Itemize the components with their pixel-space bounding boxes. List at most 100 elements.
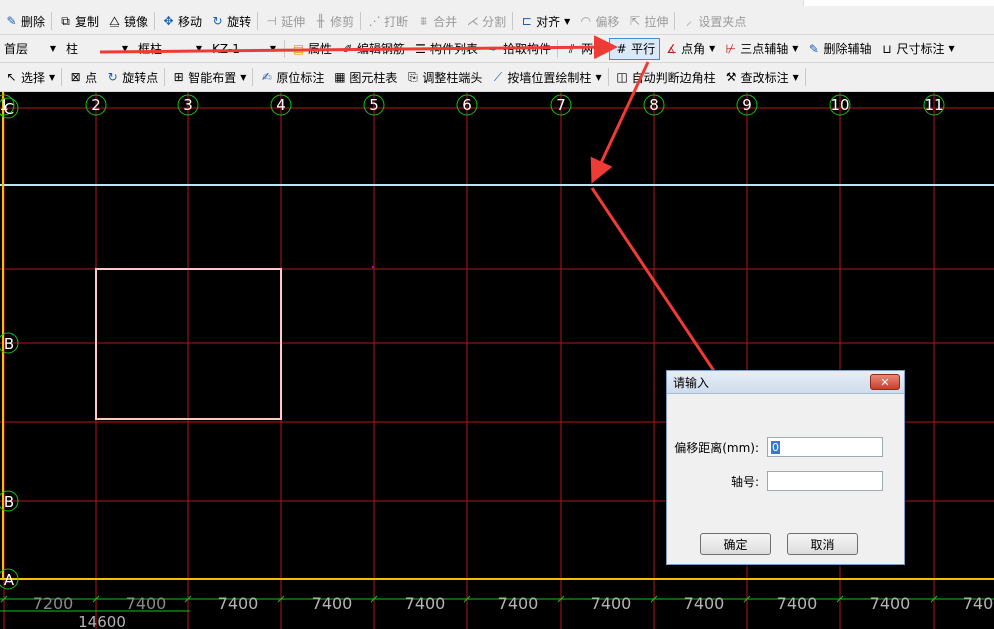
dimension-total-label: 14600 <box>78 613 126 629</box>
split-button[interactable]: ⋌ 分割 <box>461 10 510 32</box>
modify-mark-button[interactable]: ⚒ 查改标注 ▼ <box>720 66 803 88</box>
offset-button[interactable]: ◠ 偏移 <box>574 10 623 32</box>
rotate-point-button[interactable]: ↻ 旋转点 <box>101 66 162 88</box>
axis-bubble-top: 9 <box>736 94 758 116</box>
chevron-down-icon: ▼ <box>564 16 571 26</box>
dimension-label: 7400 <box>126 594 167 613</box>
close-icon: ✕ <box>880 376 890 389</box>
pick-component-button[interactable]: ✒ 拾取构件 <box>482 38 555 60</box>
separator <box>154 12 156 30</box>
floor-select[interactable]: 首层 ▼ <box>0 38 60 60</box>
window-top-strip <box>0 0 994 8</box>
separator <box>164 68 166 86</box>
align-button[interactable]: ⊏ 对齐 ▼ <box>515 10 574 32</box>
dimension-label: 7400 <box>405 594 446 613</box>
axis-label-left: B <box>4 493 14 511</box>
trim-button[interactable]: ╫ 修剪 <box>309 10 358 32</box>
separator <box>360 12 362 30</box>
dialog-close-button[interactable]: ✕ <box>870 374 900 390</box>
dialog-titlebar: 请输入 <box>667 371 904 394</box>
select-button[interactable]: ↖ 选择 ▼ <box>0 66 59 88</box>
dimension-label: 740 <box>963 594 994 613</box>
separator <box>61 68 63 86</box>
edit-toolbar: ✎ 删除 ⧉ 复制 ⧋ 镜像 ✥ 移动 ↻ 旋转 ⊣ 延伸 ╫ 修剪 ⋰ 打断 ⩩ 合并 ⋌ 分割 … <box>0 8 994 35</box>
two-point-button[interactable]: ⫽ 两点 <box>560 38 609 60</box>
type-select[interactable]: 框柱 ▼ <box>134 38 206 60</box>
cursor-point <box>372 266 374 268</box>
parallel-icon: # <box>616 41 627 56</box>
column-table-button[interactable]: ▦ 图元柱表 <box>328 66 401 88</box>
dimension-label: 7400 <box>498 594 539 613</box>
chevron-down-icon: ▼ <box>121 44 128 53</box>
axis-label: 轴号: <box>730 474 759 489</box>
separator <box>257 12 259 30</box>
input-dialog: 请输入 ✕ 偏移距离(mm): 0 轴号: 确定 取消 <box>666 370 905 565</box>
axis-bubble-top: 7 <box>550 94 572 116</box>
dimension-label: 7400 <box>777 594 818 613</box>
merge-icon: ⩩ <box>420 14 427 28</box>
merge-button[interactable]: ⩩ 合并 <box>412 10 461 32</box>
mirror-icon: ⧋ <box>109 14 120 28</box>
break-button[interactable]: ⋰ 打断 <box>363 10 412 32</box>
axis-bubble-top: 10 <box>829 94 851 116</box>
smart-layout-button[interactable]: ⊞ 智能布置 ▼ <box>167 66 250 88</box>
dimension-icon: ⊔ <box>882 41 892 56</box>
axis-label-left: B <box>4 335 14 353</box>
chevron-down-icon: ▼ <box>240 72 247 82</box>
properties-icon: ▤ <box>292 41 305 56</box>
extend-button[interactable]: ⊣ 延伸 <box>260 10 309 32</box>
adjust-column-end-button[interactable]: ⎘ 调整柱端头 <box>401 66 486 88</box>
axis-label-top: 4 <box>276 96 286 114</box>
edit-rebar-button[interactable]: ✐ 编辑钢筋 <box>336 38 409 60</box>
edit-rebar-icon: ✐ <box>342 41 353 56</box>
modify-mark-icon: ⚒ <box>725 70 737 84</box>
axis-bubble-top: 11 <box>923 94 945 116</box>
adjust-column-icon: ⎘ <box>408 70 418 84</box>
origin-mark-button[interactable]: ✍ 原位标注 <box>255 66 328 88</box>
component-list-button[interactable]: ☰ 构件列表 <box>409 38 482 60</box>
delete-axis-button[interactable]: ✎ 删除辅轴 <box>802 38 875 60</box>
axis-row: 轴号: <box>667 471 883 491</box>
auto-corner-column-button[interactable]: ◫ 自动判断边角柱 <box>611 66 720 88</box>
cancel-button[interactable]: 取消 <box>787 533 858 555</box>
separator <box>51 12 53 30</box>
category-select[interactable]: 柱 ▼ <box>62 38 132 60</box>
ok-button[interactable]: 确定 <box>700 533 771 555</box>
separator <box>284 39 285 58</box>
dialog-title: 请输入 <box>673 375 710 390</box>
move-button[interactable]: ✥ 移动 <box>157 10 206 32</box>
origin-mark-icon: ✍ <box>261 70 272 84</box>
break-icon: ⋰ <box>368 14 381 28</box>
properties-button[interactable]: ▤ 属性 <box>287 38 336 60</box>
window-caption-fragment <box>803 0 994 6</box>
three-point-axis-button[interactable]: ⊬ 三点辅轴 ▼ <box>719 38 802 60</box>
point-button[interactable]: ⊠ 点 <box>64 66 101 88</box>
chevron-down-icon: ▼ <box>595 72 602 82</box>
wall-draw-icon: ⟋ <box>493 70 503 84</box>
offset-icon: ◠ <box>580 14 592 28</box>
axis-label-top: 5 <box>369 96 379 114</box>
parallel-button[interactable]: # 平行 <box>609 37 661 60</box>
delete-button[interactable]: ✎ 删除 <box>0 10 49 32</box>
axis-input[interactable] <box>767 471 883 491</box>
stretch-button[interactable]: ⇱ 拉伸 <box>623 10 672 32</box>
axis-bubble-top: 5 <box>363 94 385 116</box>
draw-by-wall-button[interactable]: ⟋ 按墙位置绘制柱 ▼ <box>486 66 605 88</box>
dimension-label: 7400 <box>312 594 353 613</box>
dimension-label: 7400 <box>218 594 259 613</box>
component-select[interactable]: KZ-1 ▼ <box>208 38 280 60</box>
copy-button[interactable]: ⧉ 复制 <box>54 10 103 32</box>
split-icon: ⋌ <box>466 14 479 28</box>
dimension-button[interactable]: ⊔ 尺寸标注 ▼ <box>875 38 958 60</box>
axis-bubble-top: 3 <box>177 94 199 116</box>
grip-point-button[interactable]: ⸝ 设置夹点 <box>677 10 750 32</box>
point-angle-icon: ∡ <box>666 41 677 56</box>
offset-input[interactable]: 0 <box>767 437 883 457</box>
mirror-button[interactable]: ⧋ 镜像 <box>103 10 152 32</box>
point-angle-button[interactable]: ∡ 点角 ▼ <box>660 38 719 60</box>
auto-corner-icon: ◫ <box>616 70 628 84</box>
axis-label-top: 7 <box>556 96 566 114</box>
rotate-button[interactable]: ↻ 旋转 <box>206 10 255 32</box>
offset-value: 0 <box>771 440 780 454</box>
axis-label-left: C <box>4 100 14 118</box>
